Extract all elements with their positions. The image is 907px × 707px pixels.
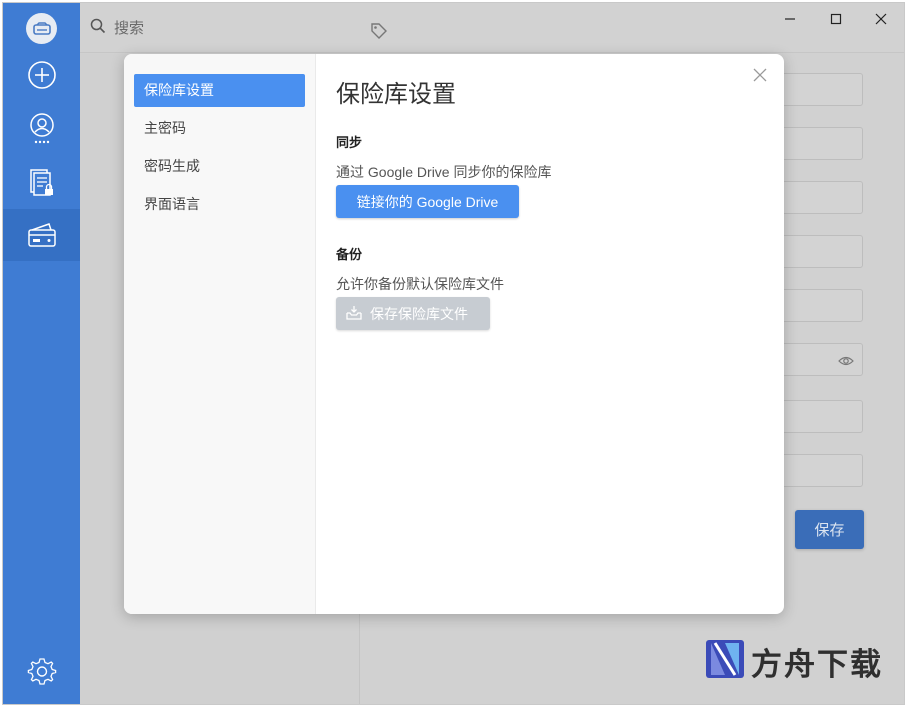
save-vault-file-label: 保存保险库文件 [370, 305, 468, 322]
settings-nav-vault[interactable]: 保险库设置 [134, 74, 305, 107]
search-icon [90, 18, 106, 39]
wallet-icon [27, 222, 57, 248]
dialog-close-button[interactable] [749, 66, 771, 88]
add-button[interactable] [3, 49, 80, 101]
maximize-button[interactable] [819, 11, 853, 31]
save-button[interactable]: 保存 [795, 510, 864, 549]
secure-notes-button[interactable] [3, 157, 80, 209]
account-icon [27, 112, 57, 146]
minimize-button[interactable] [773, 11, 807, 31]
search-box[interactable] [90, 18, 264, 39]
top-bar [80, 3, 904, 53]
add-icon [27, 60, 57, 90]
sync-description: 通过 Google Drive 同步你的保险库 [336, 164, 552, 180]
save-vault-file-button[interactable]: 保存保险库文件 [336, 297, 490, 330]
left-rail [3, 3, 80, 704]
settings-nav-password-generator[interactable]: 密码生成 [134, 150, 305, 183]
settings-nav-language[interactable]: 界面语言 [134, 188, 305, 221]
close-icon [753, 68, 767, 87]
maximize-icon [830, 12, 842, 30]
close-icon [875, 12, 887, 30]
app-window: 保存 保险库设置 主密码 密码生成 界面语言 保险库设置 同步 通过 Googl… [2, 2, 905, 705]
settings-nav: 保险库设置 主密码 密码生成 界面语言 [124, 54, 316, 614]
gear-icon [27, 656, 57, 686]
accounts-button[interactable] [3, 103, 80, 155]
tag-icon[interactable] [370, 22, 388, 45]
watermark: 方舟下载 [705, 639, 883, 684]
link-google-drive-button[interactable]: 链接你的 Google Drive [336, 185, 519, 218]
settings-nav-master-password[interactable]: 主密码 [134, 112, 305, 145]
minimize-icon [784, 12, 796, 30]
watermark-text: 方舟下载 [751, 647, 883, 683]
watermark-logo-icon [705, 639, 745, 684]
document-lock-icon [28, 168, 56, 198]
vault-logo-icon[interactable] [26, 13, 57, 44]
search-input[interactable] [114, 20, 264, 37]
window-close-button[interactable] [864, 11, 898, 31]
backup-heading: 备份 [336, 247, 363, 262]
download-tray-icon [346, 305, 362, 323]
dialog-title: 保险库设置 [336, 81, 456, 108]
settings-dialog: 保险库设置 主密码 密码生成 界面语言 保险库设置 同步 通过 Google D… [124, 54, 784, 614]
eye-icon[interactable] [838, 354, 854, 372]
settings-button[interactable] [3, 645, 80, 697]
wallet-button[interactable] [3, 209, 80, 261]
sync-heading: 同步 [336, 135, 363, 150]
backup-description: 允许你备份默认保险库文件 [336, 276, 504, 292]
